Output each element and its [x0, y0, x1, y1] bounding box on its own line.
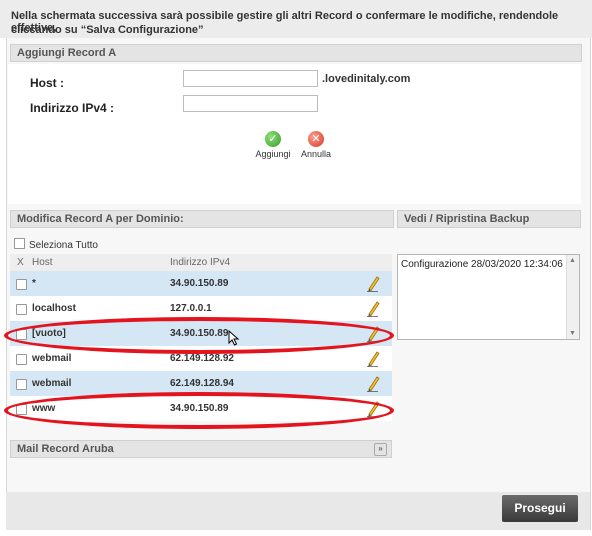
cancel-button[interactable]: ✕ Annulla — [298, 131, 334, 159]
scroll-up-icon[interactable]: ▲ — [569, 257, 576, 264]
info-note-line-2: cliccando su “Salva Configurazione” — [11, 24, 204, 36]
row-checkbox[interactable] — [16, 279, 27, 290]
backup-header: Vedi / Ripristina Backup — [397, 210, 581, 228]
info-note: Nella schermata successiva sarà possibil… — [0, 0, 592, 38]
row-checkbox[interactable] — [16, 304, 27, 315]
table-header: X Host Indirizzo IPv4 — [10, 254, 392, 271]
row-host: webmail — [32, 378, 72, 389]
column-x: X — [17, 257, 24, 268]
pencil-edit-icon[interactable] — [366, 349, 380, 367]
add-record-header: Aggiungi Record A — [10, 44, 582, 62]
select-all[interactable]: Seleziona Tutto — [14, 238, 98, 251]
mouse-cursor-icon — [228, 330, 240, 346]
mail-record-title: Mail Record Aruba — [17, 443, 114, 455]
host-input[interactable] — [183, 70, 318, 87]
backup-list-scrollbar[interactable]: ▲ ▼ — [566, 255, 579, 339]
row-host: * — [32, 278, 36, 289]
scroll-down-icon[interactable]: ▼ — [569, 330, 576, 337]
next-button[interactable]: Prosegui — [502, 495, 578, 522]
expand-icon[interactable]: » — [374, 443, 387, 456]
row-ip: 34.90.150.89 — [170, 278, 229, 289]
ipv4-input[interactable] — [183, 95, 318, 112]
table-row: * 34.90.150.89 — [10, 271, 392, 296]
row-ip: 127.0.0.1 — [170, 303, 212, 314]
cancel-button-label: Annulla — [300, 149, 332, 159]
row-host: webmail — [32, 353, 72, 364]
select-all-checkbox[interactable] — [14, 238, 25, 249]
pencil-edit-icon[interactable] — [366, 374, 380, 392]
modify-record-header: Modifica Record A per Dominio: — [10, 210, 394, 228]
column-host: Host — [32, 257, 53, 268]
row-host: localhost — [32, 303, 76, 314]
host-label: Host : — [30, 76, 64, 90]
pencil-edit-icon[interactable] — [366, 299, 380, 317]
pencil-edit-icon[interactable] — [366, 274, 380, 292]
select-all-label: Seleziona Tutto — [29, 240, 98, 251]
highlight-oval-www — [4, 392, 394, 429]
row-ip: 62.149.128.94 — [170, 378, 234, 389]
backup-list[interactable]: Configurazione 28/03/2020 12:34:06 ▲ ▼ — [397, 254, 580, 340]
backup-entry[interactable]: Configurazione 28/03/2020 12:34:06 — [401, 259, 576, 270]
add-button[interactable]: ✓ Aggiungi — [254, 131, 292, 159]
check-icon: ✓ — [265, 131, 281, 147]
domain-suffix: .lovedinitaly.com — [322, 73, 411, 85]
close-icon: ✕ — [308, 131, 324, 147]
highlight-oval-vuoto — [4, 317, 394, 354]
add-button-label: Aggiungi — [255, 149, 291, 159]
mail-record-header[interactable]: Mail Record Aruba » — [10, 440, 392, 458]
row-checkbox[interactable] — [16, 354, 27, 365]
row-ip: 62.149.128.92 — [170, 353, 234, 364]
ipv4-label: Indirizzo IPv4 : — [30, 101, 115, 115]
row-checkbox[interactable] — [16, 379, 27, 390]
column-ip: Indirizzo IPv4 — [170, 257, 231, 268]
